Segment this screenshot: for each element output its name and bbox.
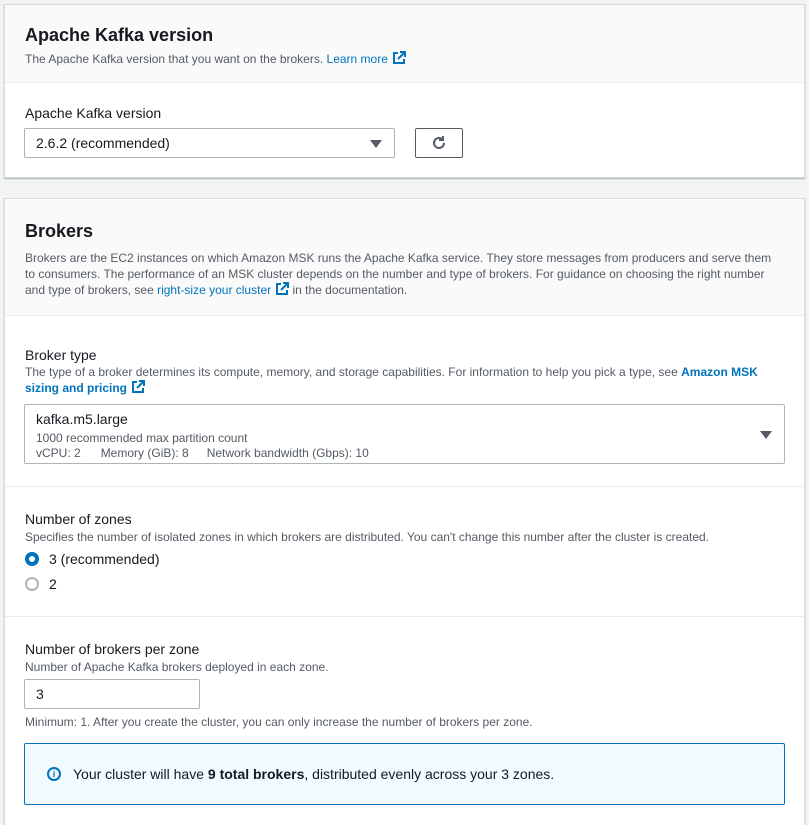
- radio-unchecked-icon[interactable]: [25, 577, 39, 591]
- broker-type-selected-name: kafka.m5.large: [36, 411, 128, 427]
- external-link-icon: [132, 380, 146, 393]
- zones-option-3-label: 3 (recommended): [49, 551, 160, 567]
- brokers-per-zone-description: Number of Apache Kafka brokers deployed …: [25, 660, 329, 674]
- learn-more-label: Learn more: [326, 52, 388, 66]
- brokers-per-zone-hint: Minimum: 1. After you create the cluster…: [25, 715, 533, 729]
- broker-type-description: The type of a broker determines its comp…: [25, 364, 785, 396]
- zones-option-2-label: 2: [49, 576, 57, 592]
- total-brokers-info: i Your cluster will have 9 total brokers…: [24, 743, 785, 805]
- section-divider: [5, 616, 804, 617]
- kafka-version-selected-value: 2.6.2 (recommended): [36, 135, 170, 151]
- brokers-description: Brokers are the EC2 instances on which A…: [25, 250, 784, 298]
- kafka-version-panel: Apache Kafka version The Apache Kafka ve…: [4, 4, 805, 178]
- broker-type-specs: vCPU: 2 Memory (GiB): 8 Network bandwidth …: [36, 446, 369, 460]
- kafka-version-select[interactable]: 2.6.2 (recommended): [24, 128, 395, 158]
- zones-label: Number of zones: [25, 511, 132, 527]
- caret-down-icon: [370, 140, 382, 148]
- right-size-label: right-size your cluster: [157, 283, 272, 297]
- info-total-brokers: 9 total brokers: [207, 766, 305, 782]
- network-spec: Network bandwidth (Gbps): 10: [206, 446, 369, 460]
- info-icon: i: [47, 767, 61, 781]
- brokers-per-zone-input[interactable]: [24, 679, 200, 709]
- brokers-description-tail: in the documentation.: [289, 283, 408, 297]
- info-prefix: Your cluster will have: [73, 766, 208, 782]
- broker-type-select[interactable]: kafka.m5.large 1000 recommended max part…: [24, 404, 785, 464]
- zones-option-2[interactable]: 2: [25, 576, 57, 592]
- memory-spec: Memory (GiB): 8: [100, 446, 189, 460]
- radio-checked-icon[interactable]: [25, 552, 39, 566]
- brokers-header: Brokers Brokers are the EC2 instances on…: [5, 199, 804, 316]
- brokers-per-zone-label: Number of brokers per zone: [25, 641, 200, 657]
- broker-type-description-text: The type of a broker determines its comp…: [25, 365, 682, 379]
- external-link-icon: [276, 282, 290, 295]
- zones-description: Specifies the number of isolated zones i…: [25, 530, 710, 544]
- learn-more-link[interactable]: Learn more: [326, 51, 406, 66]
- refresh-icon: [433, 136, 445, 149]
- right-size-link[interactable]: right-size your cluster: [157, 282, 290, 297]
- broker-type-partition-count: 1000 recommended max partition count: [36, 431, 248, 445]
- external-link-icon: [392, 51, 406, 64]
- kafka-version-title: Apache Kafka version: [25, 25, 214, 45]
- zones-option-3[interactable]: 3 (recommended): [25, 551, 160, 567]
- total-brokers-text: Your cluster will have 9 total brokers, …: [73, 766, 554, 782]
- kafka-version-field-label: Apache Kafka version: [25, 105, 162, 121]
- brokers-title: Brokers: [25, 221, 94, 241]
- broker-type-label: Broker type: [25, 347, 97, 363]
- kafka-version-description-text: The Apache Kafka version that you want o…: [25, 52, 324, 66]
- brokers-panel: Brokers Brokers are the EC2 instances on…: [4, 198, 805, 825]
- vcpu-spec: vCPU: 2: [36, 446, 81, 460]
- caret-down-icon: [760, 431, 772, 439]
- kafka-version-header: Apache Kafka version The Apache Kafka ve…: [5, 5, 804, 83]
- section-divider: [5, 486, 804, 487]
- info-suffix: , distributed evenly across your 3 zones…: [304, 766, 555, 782]
- refresh-button[interactable]: [415, 128, 463, 158]
- kafka-version-description: The Apache Kafka version that you want o…: [25, 51, 784, 67]
